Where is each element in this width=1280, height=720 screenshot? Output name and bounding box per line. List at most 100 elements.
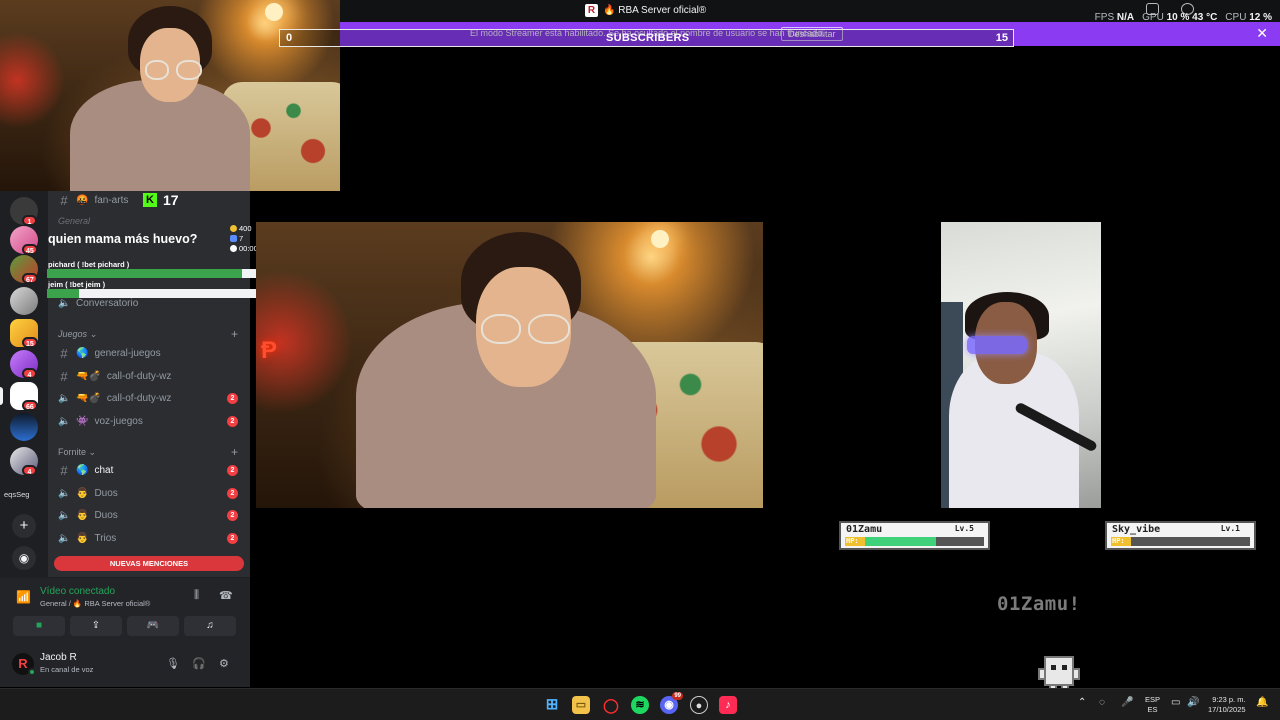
server-badge: 66: [22, 400, 38, 411]
text-channel-icon: #: [60, 462, 68, 478]
file-explorer-icon[interactable]: ▭: [572, 696, 590, 714]
user-panel: R Jacob R En canal de voz 🎙 🎧 ⚙: [0, 643, 250, 687]
voice-location[interactable]: General / 🔥 RBA Server oficial®: [40, 599, 150, 608]
discover-icon[interactable]: ◉: [12, 546, 36, 570]
server-folder-label[interactable]: eqsSeg: [4, 490, 29, 499]
tiktok-icon[interactable]: ♪: [719, 696, 737, 714]
channel-user-count: 2: [227, 488, 238, 499]
server-item[interactable]: [0, 413, 48, 443]
channel-item[interactable]: 🔈 👨 Duos 2: [58, 483, 244, 503]
clock[interactable]: 9:23 p. m. 17/10/2025: [1208, 695, 1246, 715]
server-badge: 4: [22, 368, 37, 379]
server-item[interactable]: 4: [0, 350, 48, 380]
windows-taskbar: ⊞ ▭ ◯ ≋ ◉ 99 ● ♪ ⌃ ◌ 🎤 ESP ES ▭ 🔊 9:23 p.…: [0, 688, 1280, 720]
opera-icon[interactable]: ◯: [602, 696, 620, 714]
server-rail: 1 45 67 15 4 66 4 eqsSeg + ◉: [0, 191, 48, 577]
close-banner-icon[interactable]: ✕: [1256, 25, 1268, 42]
soundboard-button[interactable]: ♫: [184, 616, 236, 636]
spotify-icon[interactable]: ≋: [631, 696, 649, 714]
player2-level: Lv.1: [1220, 524, 1240, 533]
activities-button[interactable]: 🎮: [127, 616, 179, 636]
add-channel-icon[interactable]: +: [231, 327, 238, 341]
users-icon: [230, 234, 237, 242]
category-fornite[interactable]: Fornite ⌄ +: [58, 445, 238, 459]
text-channel-icon: #: [60, 368, 68, 384]
channel-item[interactable]: # 🔫💣 call-of-duty-wz: [58, 366, 244, 386]
poll-option-bar: [47, 269, 274, 278]
player1-level: Lv.5: [954, 524, 974, 533]
channel-item-active[interactable]: # 🌎 chat 2: [58, 460, 244, 480]
channel-item[interactable]: 🔈 👾 voz-juegos 2: [58, 411, 244, 431]
headphones-icon[interactable]: 🎧: [192, 657, 206, 670]
microphone-icon[interactable]: 🎙: [166, 657, 180, 670]
subscribers-goal-bar: 0 SUBSCRIBERS 15: [279, 29, 1014, 47]
player2-name: Sky_vibe: [1112, 524, 1161, 535]
battle-shout-text: 01Zamu!: [997, 593, 1081, 615]
hp-label: HP:: [845, 537, 865, 546]
speaker-icon: 🔈: [58, 415, 71, 427]
obs-icon[interactable]: ●: [690, 696, 708, 714]
server-item-active[interactable]: 66: [0, 382, 48, 412]
language-indicator[interactable]: ESP ES: [1145, 695, 1160, 715]
notifications-icon[interactable]: 🔔: [1256, 697, 1268, 708]
kick-logo-icon: K: [143, 193, 157, 207]
server-avatar-icon: [10, 287, 38, 315]
camera-button[interactable]: ■: [13, 616, 65, 636]
server-item[interactable]: 1: [0, 197, 48, 227]
server-badge: 67: [22, 273, 38, 284]
noise-suppression-icon[interactable]: ⫼: [194, 589, 199, 602]
category-juegos[interactable]: Juegos ⌄ +: [58, 327, 238, 341]
signal-icon[interactable]: 📶: [16, 590, 31, 604]
server-badge: 4: [22, 465, 37, 476]
new-mentions-button[interactable]: NUEVAS MENCIONES: [54, 556, 244, 571]
channel-user-count: 2: [227, 416, 238, 427]
server-item[interactable]: [0, 287, 48, 317]
player1-name: 01Zamu: [846, 524, 883, 535]
goal-min: 0: [286, 32, 293, 44]
tray-mic-icon[interactable]: 🎤: [1121, 697, 1133, 708]
player1-hp-box: 01Zamu Lv.5 HP:: [839, 521, 990, 550]
speaker-icon: 🔈: [58, 532, 71, 544]
discord-icon[interactable]: ◉ 99: [660, 692, 683, 714]
network-icon[interactable]: ▭: [1171, 697, 1180, 708]
user-status: En canal de voz: [40, 665, 94, 674]
channel-item[interactable]: 🔈 🔫💣 call-of-duty-wz 2: [58, 388, 244, 408]
tray-app-icon[interactable]: ◌: [1099, 697, 1105, 708]
volume-icon[interactable]: 🔊: [1187, 697, 1199, 708]
window-title-text: 🔥 RBA Server oficial®: [603, 5, 707, 16]
poll-stats: 400 7 00:00: [230, 224, 258, 253]
add-server-icon[interactable]: +: [12, 514, 36, 538]
kick-follower-counter: K 17: [143, 192, 179, 208]
channel-user-count: 2: [227, 510, 238, 521]
player1-hp-track: [865, 537, 984, 546]
channel-user-count: 2: [227, 393, 238, 404]
channel-item[interactable]: 🔈 👨 Duos 2: [58, 505, 244, 525]
poll-option-label: pichard ( !bet pichard ): [48, 260, 130, 269]
player1-hp-fill: [865, 537, 937, 546]
voice-status: Vídeo conectado: [40, 586, 116, 597]
windows-start-icon[interactable]: ⊞: [543, 696, 561, 714]
fps-value: N/A: [1116, 12, 1135, 23]
tray-overflow-icon[interactable]: ⌃: [1078, 697, 1086, 708]
channel-emoji-icon: 🤬: [76, 194, 89, 206]
server-avatar-icon: [10, 413, 38, 441]
poll-option-bar: [47, 289, 274, 298]
player2-hp-box: Sky_vibe Lv.1 HP:: [1105, 521, 1256, 550]
channel-item[interactable]: 🔈 👨 Trios 2: [58, 528, 244, 548]
lamp-light: [265, 3, 283, 21]
server-badge: 15: [22, 337, 38, 348]
screen: R 🔥 RBA Server oficial® El modo Streamer…: [0, 0, 1280, 720]
user-name[interactable]: Jacob R: [40, 652, 77, 663]
screen-share-button[interactable]: ⇪: [70, 616, 122, 636]
add-channel-icon[interactable]: +: [231, 445, 238, 459]
disconnect-icon[interactable]: ☎: [219, 589, 233, 602]
neon-sign-icon: Ᵽ: [261, 337, 278, 364]
server-item[interactable]: 4: [0, 447, 48, 477]
channel-item[interactable]: # 🌎 general-juegos: [58, 343, 244, 363]
server-item[interactable]: 67: [0, 255, 48, 285]
goal-max: 15: [995, 32, 1008, 44]
settings-gear-icon[interactable]: ⚙: [219, 657, 229, 670]
gpu-value: 10 % 43 °C: [1166, 12, 1218, 23]
server-item[interactable]: 15: [0, 319, 48, 349]
server-item[interactable]: 45: [0, 226, 48, 256]
